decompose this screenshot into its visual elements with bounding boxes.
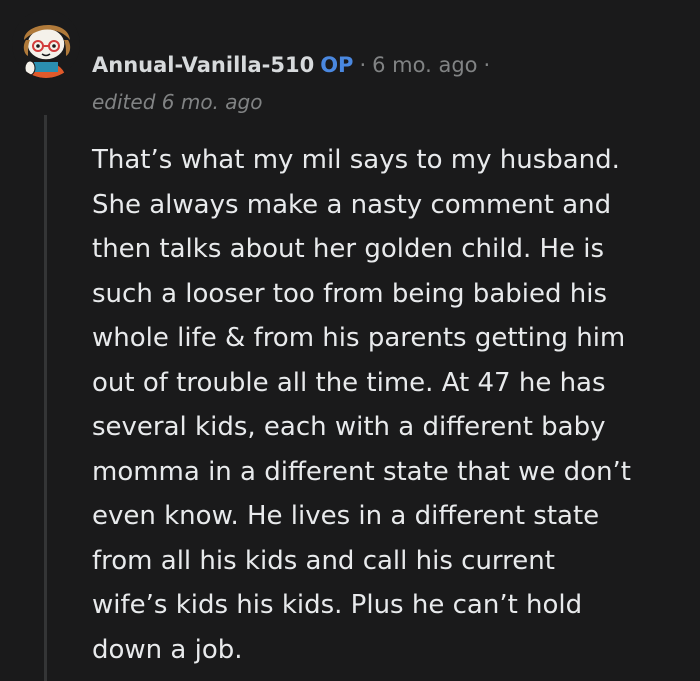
thread-collapse-line[interactable] (44, 115, 47, 681)
comment-body-line: momma in a different state that we don’t (92, 456, 632, 487)
snoo-avatar-icon (12, 10, 80, 78)
user-avatar-icon[interactable] (12, 10, 80, 78)
meta-separator: · (359, 53, 367, 77)
comment-body-line: wife’s kids his kids. Plus he can’t hold (92, 590, 583, 620)
comment: Annual-Vanilla-510 OP · 6 mo. ago · edited 6… (0, 0, 700, 681)
comment-body-line: She always make a nasty comment and (92, 189, 612, 220)
comment-body-line: That’s what my mil says to my husband. (92, 145, 620, 175)
meta-separator-trailing: · (483, 53, 491, 77)
comment-body-line: such a looser too from being babied his (92, 278, 607, 309)
comment-body-line: several kids, each with a different baby (92, 412, 606, 442)
comment-body-line: even know. He lives in a different state (92, 501, 600, 531)
comment-body: That’s what my mil says to my husband. S… (92, 138, 684, 672)
author-username[interactable]: Annual-Vanilla-510 (92, 53, 314, 77)
op-badge: OP (320, 53, 354, 77)
comment-body-line: whole life & from his parents getting hi… (92, 323, 626, 353)
comment-meta: Annual-Vanilla-510 OP · 6 mo. ago · (92, 50, 496, 80)
comment-body-line: out of trouble all the time. At 47 he ha… (92, 367, 606, 398)
comment-body-line: down a job. (92, 634, 243, 665)
comment-body-line: then talks about her golden child. He is (92, 234, 605, 264)
comment-body-line: from all his kids and call his current (92, 545, 555, 576)
edited-label: edited 6 mo. ago (92, 90, 263, 114)
comment-timestamp[interactable]: 6 mo. ago (372, 53, 477, 77)
